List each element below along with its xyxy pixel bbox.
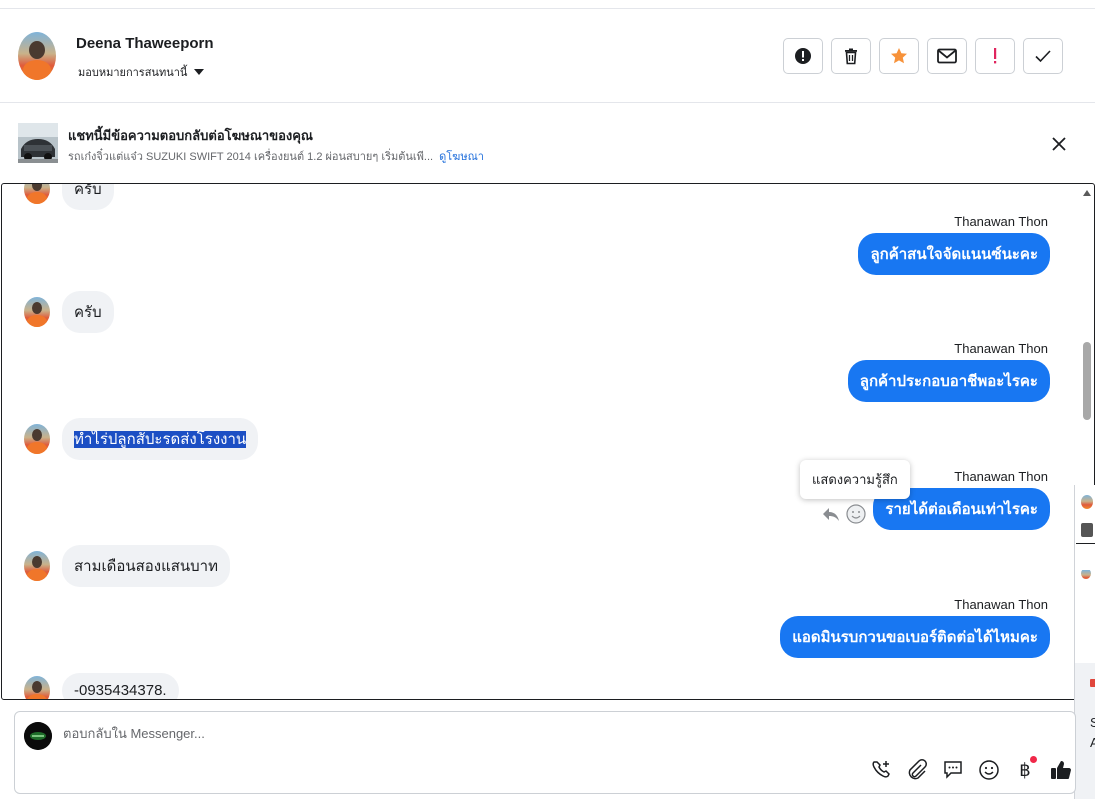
side-panel-edge: S A	[1074, 485, 1095, 799]
side-marker-icon	[1090, 679, 1095, 687]
message-bubble[interactable]: ทำไร่ปลูกสัปะรดส่งโรงงาน	[62, 418, 259, 460]
message-incoming: ครับ	[24, 291, 114, 333]
message-incoming: ครับ	[24, 184, 114, 210]
message-incoming: -0935434378.	[24, 673, 179, 699]
call-button[interactable]	[869, 758, 893, 782]
sender-avatar	[24, 675, 50, 699]
envelope-icon	[937, 48, 957, 64]
chat-bubble-icon	[944, 761, 962, 779]
page-avatar	[24, 722, 52, 750]
check-icon	[1035, 50, 1051, 63]
ad-banner-title: แชทนี้มีข้อความตอบกลับต่อโฆษณาของคุณ	[68, 128, 313, 143]
mark-done-button[interactable]	[1023, 38, 1063, 74]
contact-avatar[interactable]	[18, 32, 56, 80]
exclamation-icon	[994, 48, 997, 64]
scroll-thumb[interactable]	[1083, 342, 1091, 420]
caret-down-icon	[194, 69, 205, 75]
payment-button[interactable]: ฿	[1013, 756, 1037, 782]
side-avatar[interactable]	[1081, 495, 1093, 509]
like-button[interactable]	[1049, 758, 1073, 782]
ad-reply-banner: แชทนี้มีข้อความตอบกลับต่อโฆษณาของคุณ รถเ…	[0, 103, 1095, 183]
assign-label: มอบหมายการสนทนานี้	[78, 67, 188, 79]
message-bubble[interactable]: ครับ	[62, 291, 114, 333]
phone-plus-icon	[872, 761, 890, 778]
message-outgoing: Thanawan Thon แอดมินรบกวนขอเบอร์ติดต่อได…	[780, 597, 1050, 658]
header-actions	[783, 38, 1063, 74]
mark-spam-button[interactable]	[783, 38, 823, 74]
contact-name[interactable]: Deena Thaweeporn	[76, 35, 214, 52]
thumbs-up-icon	[1051, 761, 1071, 779]
message-incoming: ทำไร่ปลูกสัปะรดส่งโรงงาน	[24, 418, 259, 460]
emoji-button[interactable]	[977, 758, 1001, 782]
sender-avatar	[24, 184, 50, 204]
composer-toolbar: ฿	[869, 756, 1073, 782]
sender-avatar	[24, 551, 50, 581]
message-bubble[interactable]: แอดมินรบกวนขอเบอร์ติดต่อได้ไหมคะ	[780, 616, 1050, 658]
ad-description: รถเก๋งจิ๋วแต่แจ๋ว SUZUKI SWIFT 2014 เครื…	[68, 151, 434, 163]
notification-dot	[1030, 756, 1037, 763]
side-thumbnail[interactable]	[1081, 523, 1093, 537]
side-text: S	[1090, 715, 1095, 730]
assign-conversation-dropdown[interactable]: มอบหมายการสนทนานี้	[78, 63, 205, 81]
message-bubble[interactable]: -0935434378.	[62, 673, 179, 699]
paperclip-icon	[908, 759, 927, 780]
side-avatar	[1081, 568, 1091, 579]
reply-icon[interactable]	[822, 506, 840, 522]
side-preview-box	[1076, 543, 1095, 663]
side-panel-section: S A	[1075, 663, 1095, 799]
messenger-inbox: Deena Thaweeporn มอบหมายการสนทนานี้ แชทน…	[0, 0, 1095, 799]
message-bubble[interactable]: สามเดือนสองแสนบาท	[62, 545, 230, 587]
ad-thumbnail[interactable]	[18, 123, 58, 163]
baht-icon: ฿	[1019, 759, 1031, 781]
message-thread[interactable]: ครับ Thanawan Thon ลูกค้าสนใจจัดแนนซ์นะค…	[1, 183, 1095, 700]
mark-unread-button[interactable]	[927, 38, 967, 74]
follow-up-button[interactable]	[975, 38, 1015, 74]
star-button[interactable]	[879, 38, 919, 74]
message-outgoing: Thanawan Thon ลูกค้าสนใจจัดแนนซ์นะคะ	[858, 214, 1050, 275]
side-text: A	[1090, 735, 1095, 750]
delete-button[interactable]	[831, 38, 871, 74]
reply-input[interactable]	[63, 726, 863, 741]
conversation-header: Deena Thaweeporn มอบหมายการสนทนานี้	[0, 9, 1095, 103]
sender-name: Thanawan Thon	[954, 597, 1048, 612]
star-icon	[891, 48, 907, 64]
message-bubble[interactable]: ลูกค้าประกอบอาชีพอะไรคะ	[847, 360, 1050, 402]
message-incoming: สามเดือนสองแสนบาท	[24, 545, 230, 587]
view-ad-link[interactable]: ดูโฆษณา	[439, 151, 484, 163]
selected-text: ทำไร่ปลูกสัปะรดส่งโรงงาน	[74, 431, 247, 448]
close-icon	[1052, 137, 1066, 151]
message-hover-actions	[822, 504, 866, 524]
ad-banner-subtitle: รถเก๋งจิ๋วแต่แจ๋ว SUZUKI SWIFT 2014 เครื…	[68, 147, 484, 165]
trash-icon	[845, 48, 857, 65]
sender-avatar	[24, 297, 50, 327]
scroll-up-arrow-icon[interactable]	[1083, 190, 1091, 196]
sender-name: Thanawan Thon	[954, 341, 1048, 356]
close-banner-button[interactable]	[1048, 133, 1070, 155]
emoji-icon	[979, 760, 999, 780]
sender-name: Thanawan Thon	[954, 214, 1048, 229]
attach-button[interactable]	[905, 758, 929, 782]
sender-avatar	[24, 424, 50, 454]
react-tooltip: แสดงความรู้สึก	[800, 460, 910, 499]
saved-replies-button[interactable]	[941, 758, 965, 782]
message-bubble[interactable]: ครับ	[62, 184, 114, 210]
reply-composer: ฿	[14, 711, 1076, 794]
alert-circle-icon	[795, 48, 811, 64]
emoji-react-icon[interactable]	[846, 504, 866, 524]
message-outgoing: Thanawan Thon ลูกค้าประกอบอาชีพอะไรคะ	[847, 341, 1050, 402]
message-bubble[interactable]: ลูกค้าสนใจจัดแนนซ์นะคะ	[858, 233, 1050, 275]
